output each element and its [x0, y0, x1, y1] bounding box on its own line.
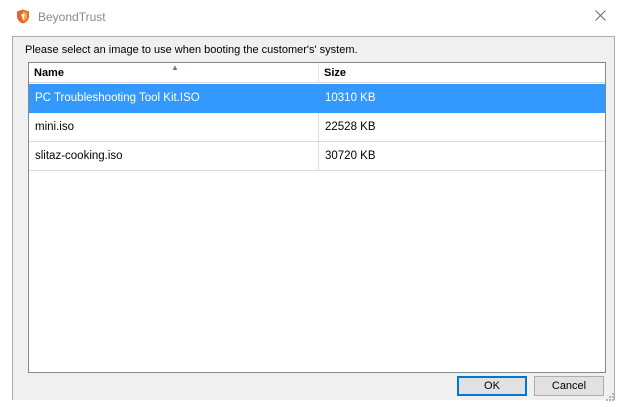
beyondtrust-shield-icon — [16, 9, 30, 24]
resize-grip-icon[interactable] — [605, 389, 615, 401]
row-size-cell: 10310 KB — [325, 92, 376, 104]
row-size-cell: 22528 KB — [325, 121, 376, 133]
close-button[interactable] — [582, 4, 618, 30]
title-bar[interactable]: BeyondTrust — [0, 0, 622, 34]
sort-ascending-icon: ▲ — [171, 63, 179, 72]
list-row[interactable]: mini.iso 22528 KB — [29, 113, 605, 142]
ok-button[interactable]: OK — [457, 376, 527, 396]
list-row[interactable]: PC Troubleshooting Tool Kit.ISO 10310 KB — [29, 84, 605, 113]
row-name-cell: slitaz-cooking.iso — [29, 142, 319, 170]
window-title: BeyondTrust — [38, 10, 106, 24]
cancel-button[interactable]: Cancel — [534, 376, 604, 396]
list-header: Name ▲ Size — [29, 63, 605, 83]
dialog-window: BeyondTrust Please select an image to us… — [0, 0, 622, 405]
column-header-name[interactable]: Name ▲ — [29, 63, 319, 83]
row-size-cell: 30720 KB — [325, 150, 376, 162]
row-name-cell: PC Troubleshooting Tool Kit.ISO — [29, 84, 319, 112]
dialog-content: Please select an image to use when booti… — [12, 36, 615, 401]
list-row[interactable]: slitaz-cooking.iso 30720 KB — [29, 142, 605, 171]
image-list[interactable]: Name ▲ Size PC Troubleshooting Tool Kit.… — [28, 62, 606, 373]
column-header-size[interactable]: Size — [319, 63, 605, 83]
row-name-cell: mini.iso — [29, 113, 319, 141]
close-icon — [594, 8, 606, 26]
prompt-label: Please select an image to use when booti… — [25, 44, 358, 56]
column-header-size-label: Size — [324, 67, 347, 79]
column-header-name-label: Name — [34, 67, 64, 79]
